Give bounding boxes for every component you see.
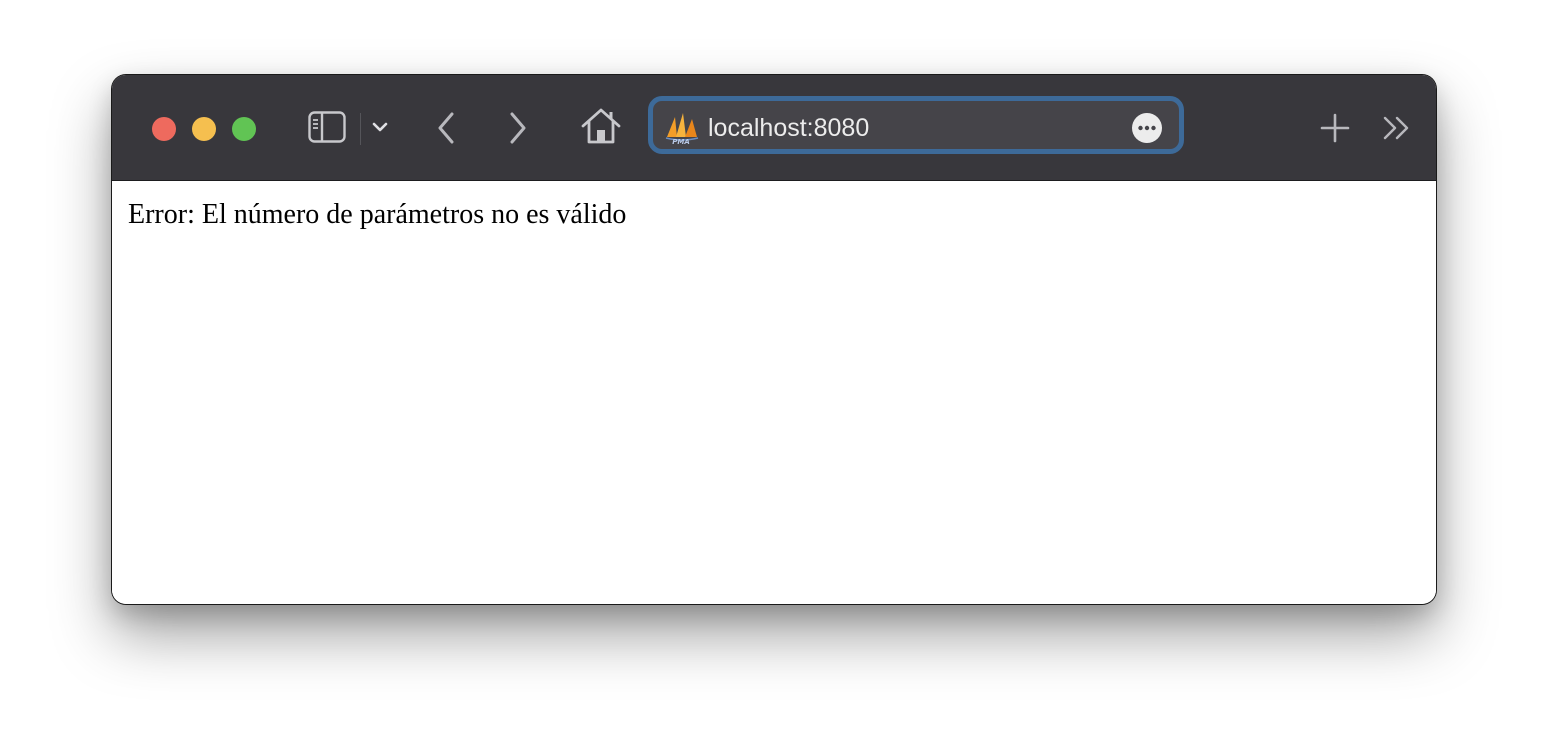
url-text: localhost:8080 (708, 114, 870, 142)
browser-window: PMA localhost:8080 Error: El número de p… (112, 75, 1436, 604)
close-window-button[interactable] (152, 117, 176, 141)
zoom-window-button[interactable] (232, 117, 256, 141)
chevron-down-icon[interactable] (372, 121, 388, 133)
sidebar-icon[interactable] (308, 111, 346, 143)
back-icon[interactable] (436, 111, 456, 145)
forward-icon[interactable] (508, 111, 528, 145)
svg-text:PMA: PMA (672, 138, 690, 145)
more-icon[interactable] (1131, 112, 1163, 144)
minimize-window-button[interactable] (192, 117, 216, 141)
overflow-icon[interactable] (1382, 115, 1412, 141)
page-content: Error: El número de parámetros no es vál… (112, 181, 1436, 604)
browser-toolbar: PMA localhost:8080 (112, 75, 1436, 181)
new-tab-icon[interactable] (1320, 113, 1350, 143)
error-message: Error: El número de parámetros no es vál… (128, 199, 627, 230)
phpmyadmin-sails-icon: PMA (665, 113, 699, 145)
home-icon[interactable] (580, 107, 622, 145)
toolbar-divider (360, 113, 361, 145)
